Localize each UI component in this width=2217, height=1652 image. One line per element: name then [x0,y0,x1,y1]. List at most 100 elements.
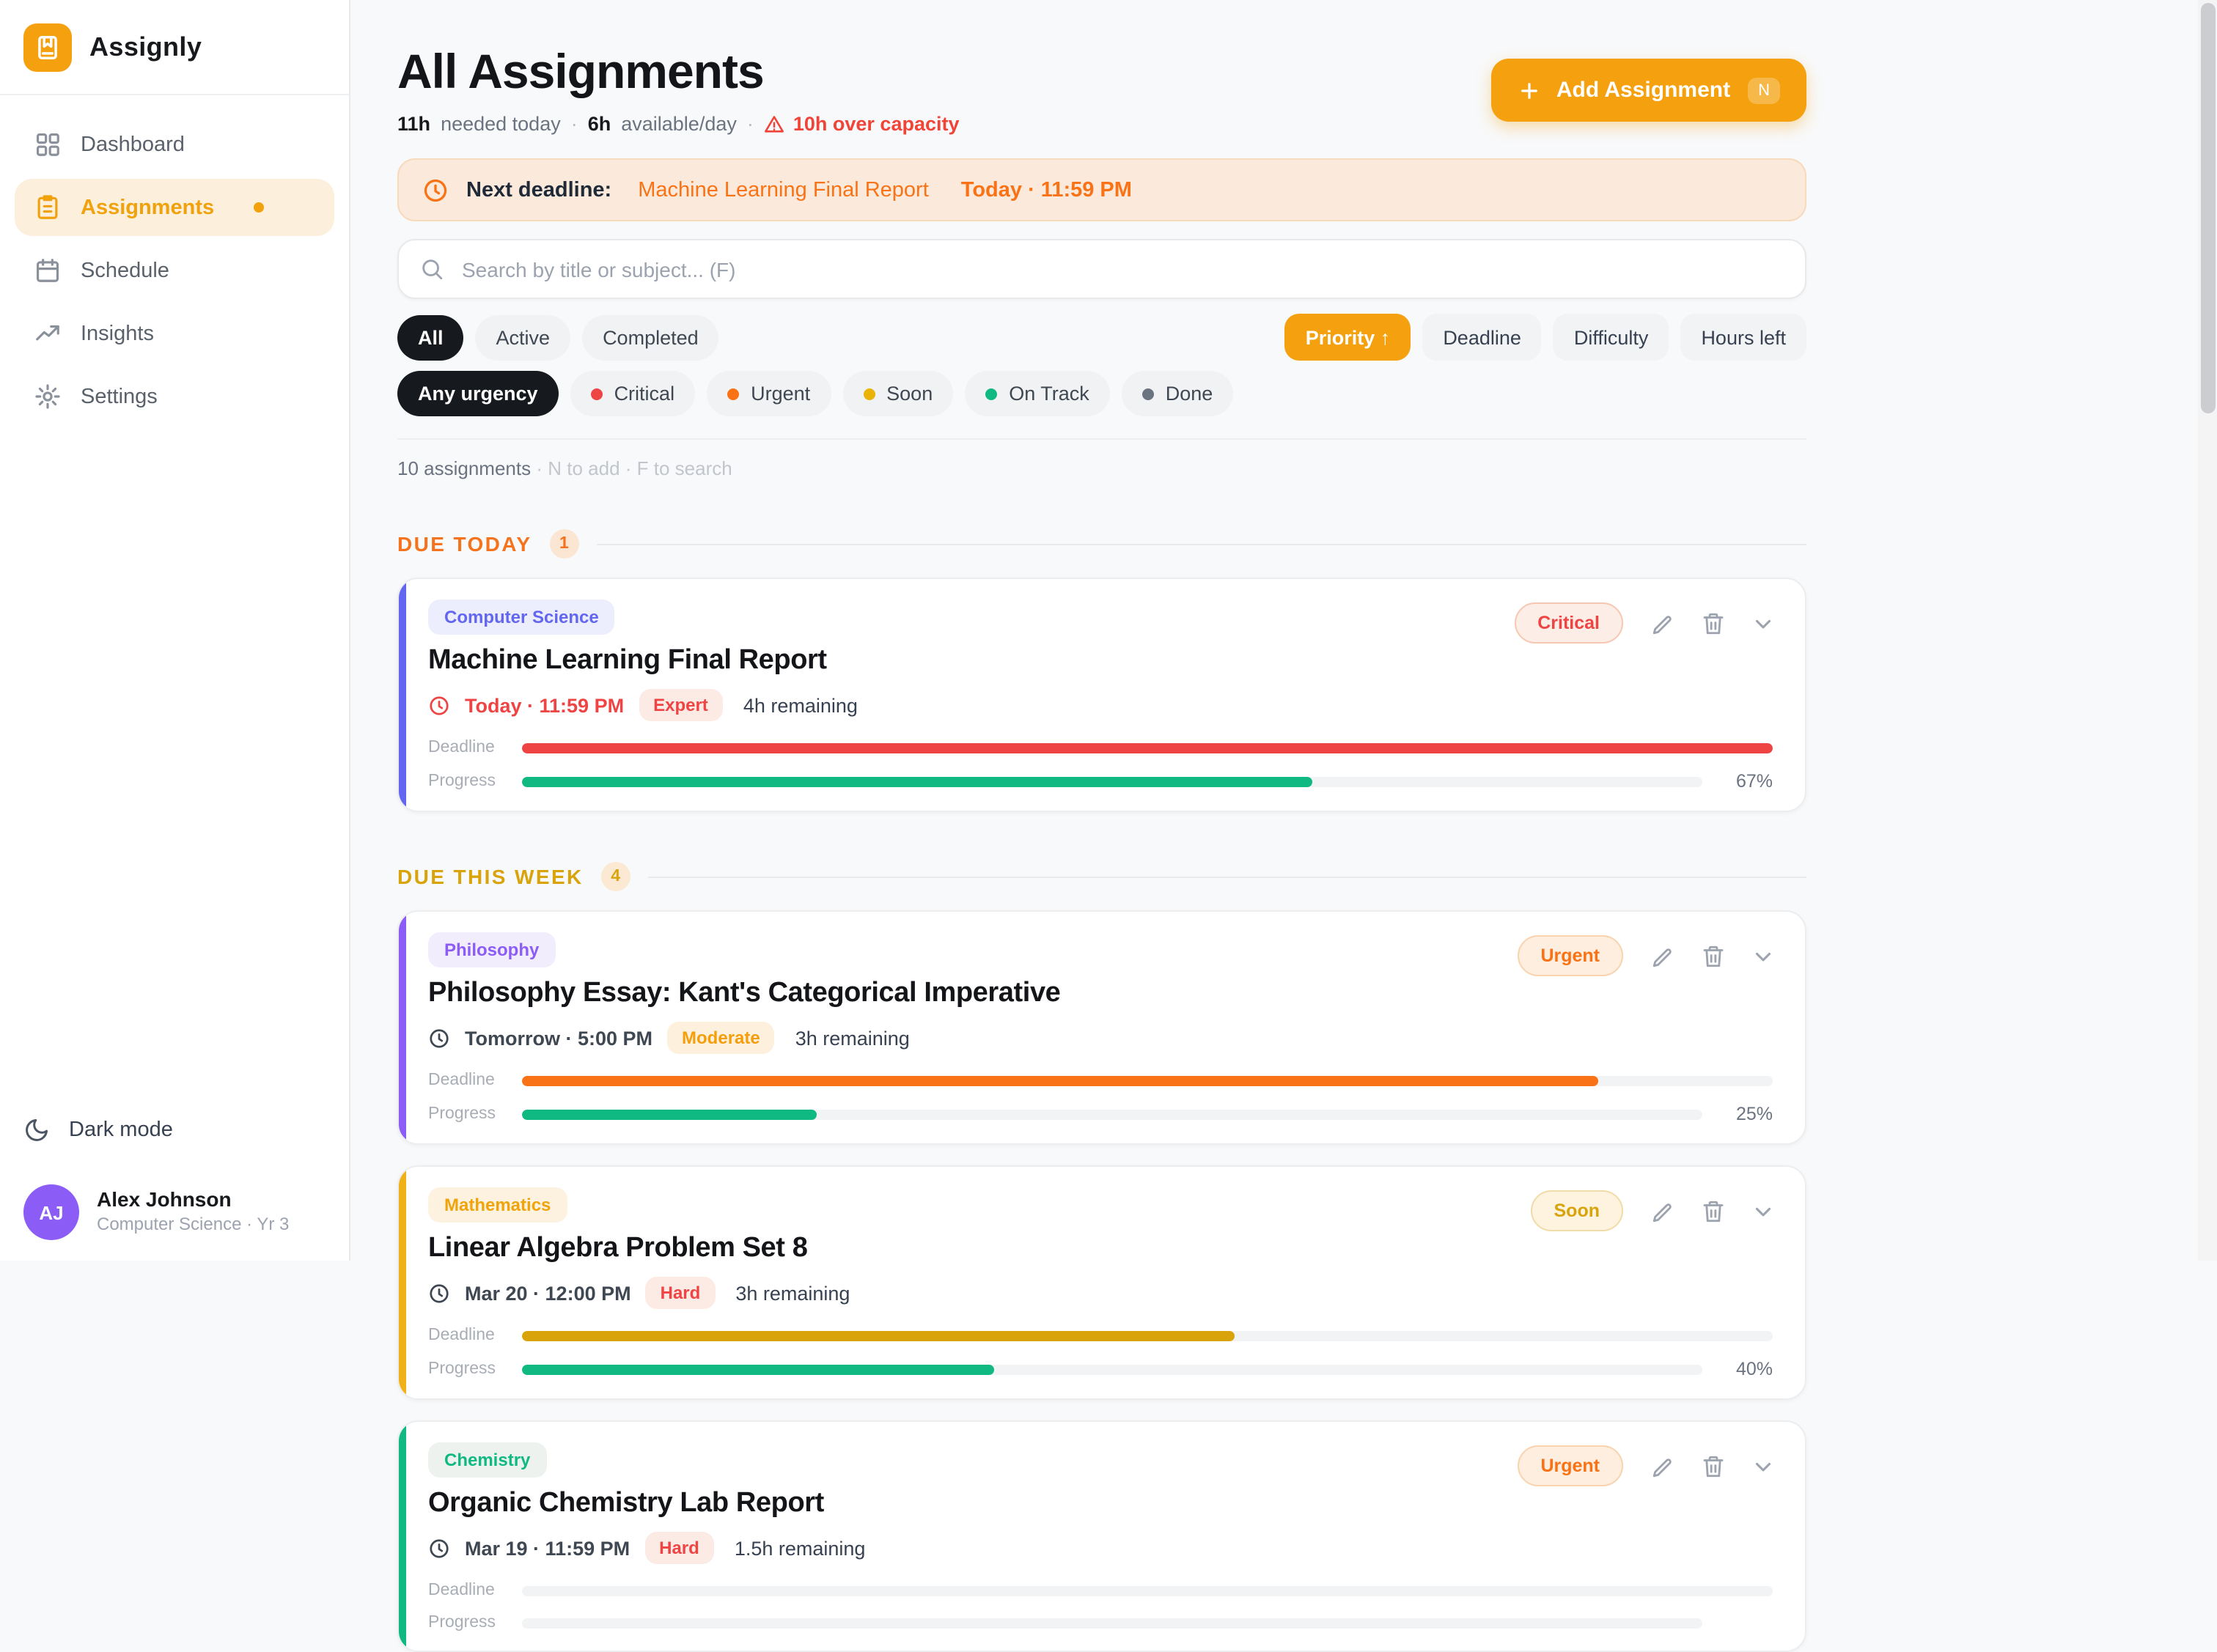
time-remaining: 3h remaining [735,1282,850,1304]
expand-button[interactable] [1751,943,1776,968]
plus-icon [1518,78,1542,102]
chip-urgent[interactable]: Urgent [707,371,831,416]
next-deadline-banner: Next deadline: Machine Learning Final Re… [397,158,1806,221]
search-bar[interactable] [397,239,1806,299]
sort-difficulty[interactable]: Difficulty [1554,314,1669,361]
assignment-title: Linear Algebra Problem Set 8 [428,1233,1773,1265]
delete-button[interactable] [1701,1453,1726,1478]
subject-chip: Chemistry [428,1442,546,1478]
dark-mode-toggle[interactable]: Dark mode [23,1108,326,1152]
assignment-title: Organic Chemistry Lab Report [428,1488,1773,1520]
sort-deadline[interactable]: Deadline [1422,314,1542,361]
keyboard-hints: · N to add · F to search [536,457,732,479]
sidebar-item-settings[interactable]: Settings [15,368,334,425]
chip-done[interactable]: Done [1122,371,1234,416]
progress-bar [522,1364,1702,1374]
trash-icon [1701,1198,1726,1223]
user-profile[interactable]: AJ Alex Johnson Computer Science · Yr 3 [23,1184,326,1240]
chip-critical[interactable]: Critical [570,371,696,416]
delete-button[interactable] [1701,611,1726,635]
done-dot [1142,388,1154,399]
banner-assignment[interactable]: Machine Learning Final Report [638,178,929,202]
sidebar-item-schedule[interactable]: Schedule [15,242,334,299]
add-assignment-button[interactable]: Add Assignment N [1492,59,1806,122]
assignment-card[interactable]: Chemistry Organic Chemistry Lab Report M… [397,1420,1806,1652]
trash-icon [1701,611,1726,635]
tab-completed[interactable]: Completed [582,314,719,360]
results-meta: 10 assignments · N to add · F to search [397,438,1806,479]
sidebar-item-label: Insights [81,322,154,345]
scrollbar[interactable] [2198,0,2217,1261]
delete-button[interactable] [1701,1198,1726,1223]
sidebar: Assignly Dashboard [0,0,350,1261]
deadline-label: Deadline [428,1327,504,1344]
tab-active[interactable]: Active [476,314,571,360]
edit-button[interactable] [1651,1198,1676,1223]
dark-mode-label: Dark mode [69,1118,173,1142]
expand-button[interactable] [1751,611,1776,635]
sidebar-item-label: Settings [81,385,158,408]
chevron-down-icon [1751,1198,1776,1223]
clock-icon [428,1027,450,1049]
sidebar-item-assignments[interactable]: Assignments [15,179,334,236]
assignment-card[interactable]: Computer Science Machine Learning Final … [397,578,1806,812]
chip-on-track[interactable]: On Track [965,371,1110,416]
progress-label: Progress [428,1614,504,1631]
deadline-label: Deadline [428,1582,504,1599]
time-remaining: 4h remaining [743,694,858,716]
difficulty-chip: Hard [646,1277,716,1309]
progress-bar [522,776,1702,786]
card-accent-bar [399,1167,406,1398]
tab-all[interactable]: All [397,314,464,360]
status-tabs: All Active Completed [397,314,719,360]
urgent-dot [727,388,739,399]
avatar: AJ [23,1184,79,1240]
deadline-bar-fill [522,1330,1235,1341]
edit-button[interactable] [1651,943,1676,968]
chip-soon[interactable]: Soon [842,371,953,416]
time-remaining: 1.5h remaining [735,1537,866,1559]
insights-icon [34,320,62,347]
edit-button[interactable] [1651,1453,1676,1478]
subject-chip: Mathematics [428,1187,567,1223]
delete-button[interactable] [1701,943,1726,968]
time-remaining: 3h remaining [795,1027,910,1049]
sidebar-item-dashboard[interactable]: Dashboard [15,116,334,173]
assignment-card[interactable]: Philosophy Philosophy Essay: Kant's Cate… [397,910,1806,1145]
warning-icon [764,114,784,134]
chip-any-urgency[interactable]: Any urgency [397,371,559,416]
progress-percent: 67% [1720,771,1773,792]
sidebar-item-label: Dashboard [81,133,185,156]
clock-icon [428,1282,450,1304]
user-name: Alex Johnson [97,1188,289,1214]
sidebar-item-label: Assignments [81,196,214,219]
section-divider [648,876,1806,877]
pencil-icon [1651,611,1676,635]
section-count-badge: 4 [601,862,630,891]
sort-priority[interactable]: Priority ↑ [1285,314,1411,361]
card-accent-bar [399,912,406,1143]
over-capacity-warning: 10h over capacity [764,113,960,135]
deadline-bar [522,742,1773,753]
progress-percent: 25% [1720,1104,1773,1124]
deadline-label: Deadline [428,739,504,756]
section-title: DUE THIS WEEK [397,865,584,888]
edit-button[interactable] [1651,611,1676,635]
scrollbar-thumb[interactable] [2200,3,2215,413]
assignment-card[interactable]: Mathematics Linear Algebra Problem Set 8… [397,1165,1806,1400]
dashboard-icon [34,130,62,158]
urgency-filter: Any urgency Critical Urgent Soon On Trac… [397,371,1806,416]
app-logo: Assignly [0,0,349,94]
sidebar-item-insights[interactable]: Insights [15,305,334,362]
search-icon [419,257,444,281]
assignments-icon [34,193,62,221]
urgency-badge: Soon [1531,1190,1624,1231]
calendar-icon [34,257,62,284]
trash-icon [1701,1453,1726,1478]
expand-button[interactable] [1751,1453,1776,1478]
expand-button[interactable] [1751,1198,1776,1223]
sort-hours-left[interactable]: Hours left [1680,314,1806,361]
shortcut-badge: N [1748,77,1780,103]
hours-needed: 11h [397,113,430,135]
search-input[interactable] [459,256,1784,282]
